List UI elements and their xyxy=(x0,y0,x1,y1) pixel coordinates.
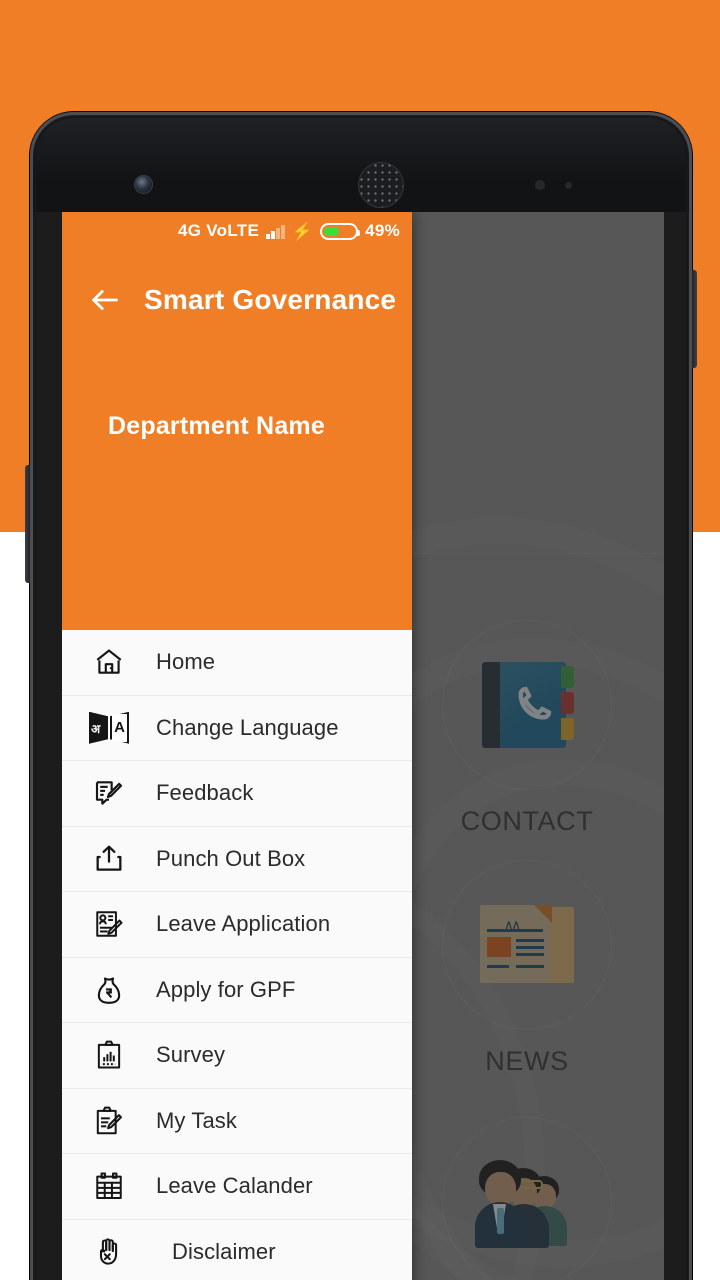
calendar-icon xyxy=(88,1165,130,1207)
status-bar: 4G VoLTE ⚡ 49% xyxy=(62,212,412,250)
home-icon xyxy=(88,641,130,683)
sidebar-item-label: Change Language xyxy=(156,714,339,740)
battery-icon xyxy=(320,222,361,240)
sidebar-item-label: Survey xyxy=(156,1042,226,1068)
sidebar-item-survey[interactable]: Survey xyxy=(62,1023,412,1089)
money-bag-rupee-icon xyxy=(88,969,130,1011)
sidebar-item-disclaimer[interactable]: Disclaimer xyxy=(62,1220,412,1280)
back-arrow-icon[interactable] xyxy=(88,283,122,317)
sidebar-item-home[interactable]: Home xyxy=(62,630,412,696)
translate-flag-icon: अ A xyxy=(88,707,130,749)
sidebar-item-punch-out-box[interactable]: Punch Out Box xyxy=(62,827,412,892)
page-title: Smart Governance xyxy=(144,284,397,315)
sidebar-item-leave-application[interactable]: Leave Application xyxy=(62,892,412,958)
sidebar-item-change-language[interactable]: अ A Change Language xyxy=(62,696,412,761)
department-name: Department Name xyxy=(108,412,325,440)
navigation-drawer: 4G VoLTE ⚡ 49% Smart Governance Departme… xyxy=(62,212,412,1280)
clipboard-chart-icon xyxy=(88,1034,130,1076)
phone-screen: CONTACT ∧∧ xyxy=(62,212,664,1280)
sidebar-item-label: Home xyxy=(156,649,216,675)
proximity-sensor-icon xyxy=(535,180,545,190)
sidebar-item-label: Feedback xyxy=(156,780,254,806)
drawer-header: 4G VoLTE ⚡ 49% Smart Governance Departme… xyxy=(62,212,412,630)
sidebar-item-label: Punch Out Box xyxy=(156,845,306,871)
sidebar-item-label: Disclaimer xyxy=(172,1238,276,1264)
leave-application-form-icon xyxy=(88,903,130,945)
sidebar-item-apply-for-gpf[interactable]: Apply for GPF xyxy=(62,958,412,1023)
signal-bars-icon xyxy=(266,224,285,239)
sidebar-item-feedback[interactable]: Feedback xyxy=(62,761,412,827)
network-label: 4G VoLTE xyxy=(177,221,260,240)
feedback-pencil-icon xyxy=(88,772,130,814)
sidebar-item-label: Leave Calander xyxy=(156,1173,313,1199)
light-sensor-icon xyxy=(565,182,572,189)
volume-button[interactable] xyxy=(25,465,32,583)
sidebar-item-label: My Task xyxy=(156,1107,237,1133)
charging-bolt-icon: ⚡ xyxy=(291,221,314,241)
sidebar-item-leave-calander[interactable]: Leave Calander xyxy=(62,1154,412,1220)
hand-stop-icon xyxy=(88,1231,130,1273)
phone-top-bezel xyxy=(30,112,692,212)
sidebar-item-label: Apply for GPF xyxy=(156,976,296,1002)
clipboard-pencil-icon xyxy=(88,1100,130,1142)
punch-out-share-icon xyxy=(88,838,130,880)
sidebar-item-label: Leave Application xyxy=(156,911,331,937)
battery-percent-label: 49% xyxy=(365,221,400,240)
phone-mockup: CONTACT ∧∧ xyxy=(25,112,697,1280)
earpiece-speaker-icon xyxy=(358,162,404,208)
drawer-menu-list: Home अ A Change Language Feedback Punch … xyxy=(62,630,412,1280)
app-bar: Smart Governance xyxy=(62,250,412,350)
sidebar-item-my-task[interactable]: My Task xyxy=(62,1089,412,1154)
front-camera-icon xyxy=(135,176,152,193)
power-button[interactable] xyxy=(690,270,697,368)
